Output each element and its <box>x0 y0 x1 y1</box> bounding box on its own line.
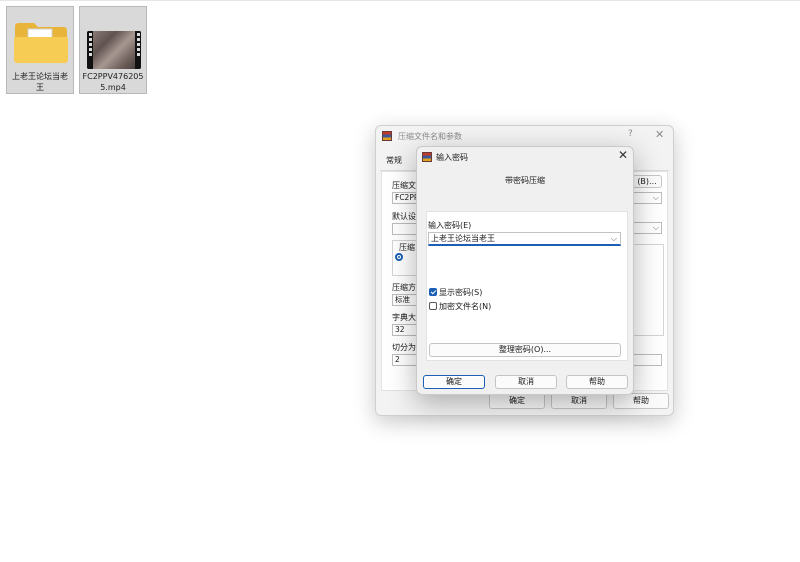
split-label: 切分为 <box>392 343 416 352</box>
password-ok-button[interactable]: 确定 <box>423 375 485 389</box>
password-cancel-button[interactable]: 取消 <box>495 375 557 389</box>
archive-cancel-button[interactable]: 取消 <box>551 393 607 409</box>
password-dialog: 输入密码 ✕ 带密码压缩 输入密码(E) 上老王论坛当老王 ⌵ 显示密码(S) … <box>416 146 634 395</box>
close-icon[interactable]: ✕ <box>618 148 628 162</box>
film-strip-right <box>135 31 141 69</box>
chevron-down-icon: ⌵ <box>652 223 659 232</box>
desktop-video-item[interactable]: FC2PPV4762055.mp4 <box>79 6 147 94</box>
show-password-checkbox[interactable] <box>429 288 437 296</box>
password-input-value: 上老王论坛当老王 <box>431 234 495 243</box>
password-dialog-title: 输入密码 <box>436 153 468 162</box>
format-radio[interactable] <box>395 253 403 261</box>
desktop-folder-item[interactable]: 上老王论坛当老王 <box>6 6 74 94</box>
password-dialog-caption: 带密码压缩 <box>505 176 545 185</box>
archive-ok-button[interactable]: 确定 <box>489 393 545 409</box>
password-input[interactable]: 上老王论坛当老王 ⌵ <box>428 232 621 246</box>
dictionary-label: 字典大 <box>392 313 416 322</box>
password-help-button[interactable]: 帮助 <box>566 375 628 389</box>
organize-passwords-button[interactable]: 整理密码(O)... <box>429 343 621 357</box>
video-thumbnail <box>87 31 141 69</box>
extra-field[interactable] <box>632 354 662 366</box>
options-select[interactable]: ⌵ <box>632 222 662 234</box>
encrypt-filenames-label: 加密文件名(N) <box>439 302 492 311</box>
format-label: 压缩 <box>399 243 415 252</box>
browse-button[interactable]: (B)... <box>632 175 662 188</box>
folder-icon <box>14 23 68 63</box>
help-icon[interactable]: ? <box>628 129 633 139</box>
password-label: 输入密码(E) <box>428 221 472 230</box>
close-icon[interactable]: ✕ <box>655 128 664 141</box>
winrar-icon <box>422 152 432 162</box>
encrypt-filenames-checkbox[interactable] <box>429 302 437 310</box>
archive-dialog-title: 压缩文件名和参数 <box>398 132 462 141</box>
update-mode-select[interactable]: ⌵ <box>632 192 662 204</box>
chevron-down-icon: ⌵ <box>652 193 659 202</box>
tab-general[interactable]: 常规 <box>386 155 402 166</box>
video-frame-image <box>93 31 135 69</box>
default-profile-label: 默认设 <box>392 212 416 221</box>
show-password-label: 显示密码(S) <box>439 288 483 297</box>
archive-name-label: 压缩文 <box>392 181 416 190</box>
archive-help-button[interactable]: 帮助 <box>613 393 669 409</box>
method-label: 压缩方 <box>392 283 416 292</box>
top-divider <box>0 0 800 1</box>
chevron-down-icon[interactable]: ⌵ <box>611 233 617 244</box>
video-label: FC2PPV4762055.mp4 <box>82 72 144 92</box>
options-group <box>632 244 664 336</box>
winrar-icon <box>382 131 392 141</box>
folder-label: 上老王论坛当老王 <box>12 72 68 92</box>
